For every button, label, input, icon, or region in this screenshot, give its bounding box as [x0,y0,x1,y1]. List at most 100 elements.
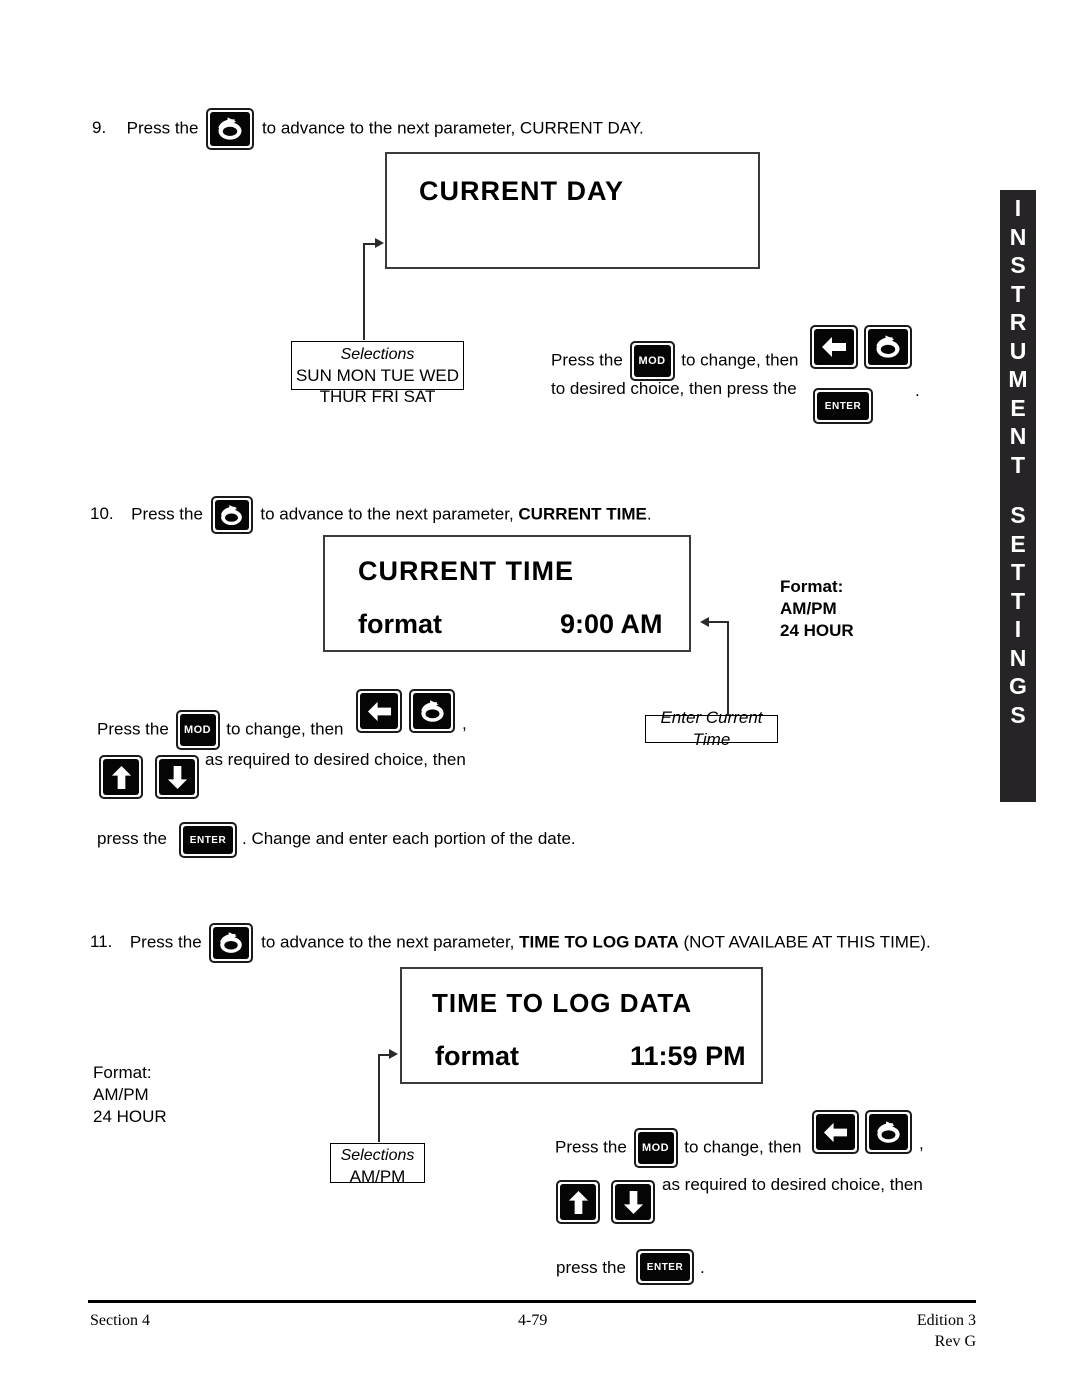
mod-key-label: MOD [183,724,212,736]
step-11-text-after: to advance to the next parameter, [261,932,515,952]
side-tab-char: E [1010,394,1026,421]
time-format-heading: Format: [780,577,844,596]
mod-key[interactable]: MOD [633,1128,678,1168]
step-9-line: 9. Press the to advance to the next para… [92,108,644,150]
mod-key[interactable]: MOD [629,341,675,381]
step-11-line: 11. Press the to advance to the next par… [90,923,931,963]
mod-key-face: MOD [637,1132,674,1164]
step-10-parameter-name: CURRENT TIME [518,504,647,524]
time-to-log-data-value: 11:59 PM [630,1041,746,1071]
time-instruction-line-1: Press the MOD to change, then [97,710,344,750]
arrow-down-key[interactable] [155,755,199,799]
log-format-line-1: AM/PM [93,1085,149,1104]
arrow-up-key[interactable] [556,1180,600,1224]
time-instruction-line-2: as required to desired choice, then [205,750,466,769]
time-format-line-1: AM/PM [780,599,837,618]
current-time-format-label: format [358,609,443,639]
step-10-line: 10. Press the to advance to the next par… [90,496,652,534]
side-tab-char: T [1010,559,1026,585]
day-selections-heading: Selections [340,346,415,363]
arrow-left-key[interactable] [810,325,858,369]
day-instruction-period: . [915,381,920,400]
arrow-down-icon [159,759,195,795]
mod-key[interactable]: MOD [175,710,220,750]
side-tab-char: G [1009,673,1027,699]
rotate-advance-icon [214,500,249,530]
side-tab-char: S [1010,701,1026,728]
time-to-log-data-title: TIME TO LOG DATA [432,988,693,1018]
enter-key-label: ENTER [189,834,227,846]
footer-rule [88,1300,976,1303]
arrow-left-icon [360,693,398,729]
side-tab-char: S [1010,252,1026,278]
log-selections-heading: Selections [340,1147,415,1164]
rotate-advance-icon [868,329,908,365]
side-tab-char: S [1010,502,1026,528]
side-tab-char: I [1014,616,1022,642]
time-instruction-comma: , [462,714,467,733]
rotate-advance-key[interactable] [206,108,255,150]
log-instruction-text-2: to change, then [684,1137,802,1157]
rotate-advance-key[interactable] [864,325,912,369]
enter-key-label: ENTER [646,1261,684,1273]
rotate-advance-key[interactable] [210,496,253,534]
document-page: I N S T R U M E N T S E T T I N G S 9. P… [0,0,1080,1397]
step-10-text-after: to advance to the next parameter, [260,504,514,524]
current-time-title: CURRENT TIME [358,556,574,586]
time-format-line-2: 24 HOUR [780,621,854,640]
arrow-left-key[interactable] [812,1110,859,1154]
day-leader-vertical [363,243,365,340]
enter-key[interactable]: ENTER [636,1249,694,1285]
rotate-advance-key[interactable] [209,923,254,963]
time-to-log-data-format-label: format [435,1041,520,1071]
rotate-advance-icon [869,1114,908,1150]
enter-current-time-callout: Enter Current Time [645,708,778,749]
step-11-parameter-name: TIME TO LOG DATA [519,932,679,952]
log-instruction-comma: , [919,1134,924,1153]
enter-key-face: ENTER [640,1253,690,1281]
arrow-left-key[interactable] [356,689,402,733]
side-tab-char: N [1009,423,1027,449]
day-selections-line-2: THUR FRI SAT [319,387,436,406]
day-instruction-line-2: to desired choice, then press the [551,378,797,400]
enter-key[interactable]: ENTER [179,822,237,858]
enter-key-face: ENTER [183,826,233,854]
time-instruction-text-1: Press the [97,719,169,739]
step-11-text-tail: (NOT AVAILABE AT THIS TIME). [683,932,931,952]
step-10-text-before: Press the [131,504,203,524]
step-10-number: 10. [90,504,114,524]
current-time-display: CURRENT TIME format 9:00 AM [323,535,691,652]
side-tab-char: M [1008,366,1028,392]
arrow-down-key[interactable] [611,1180,655,1224]
side-tab-char: N [1009,644,1027,671]
current-day-title: CURRENT DAY [419,176,625,206]
mod-key-label: MOD [638,355,666,367]
arrow-up-icon [560,1184,596,1220]
day-selections-line-1: SUN MON TUE WED [295,366,460,385]
side-tab-char: I [1014,195,1022,221]
log-leader-vertical [378,1054,380,1142]
mod-key-label: MOD [641,1142,670,1154]
log-format-line-2: 24 HOUR [93,1107,167,1126]
step-9-text-after: to advance to the next parameter, CURREN… [261,118,644,138]
log-format-heading: Format: [93,1063,152,1082]
arrow-up-key[interactable] [99,755,143,799]
enter-key-label: ENTER [824,400,862,412]
time-instruction-line-3-prefix: press the [97,829,167,848]
step-10-text-tail: . [646,504,652,524]
arrow-left-icon [814,329,854,365]
log-selections-box: Selections AM/PM [330,1143,425,1186]
rotate-advance-key[interactable] [865,1110,912,1154]
step-9-number: 9. [92,118,107,138]
enter-key[interactable]: ENTER [813,388,873,424]
day-instruction-line-1: Press the MOD to change, then [551,341,799,381]
step-11-text-before: Press the [129,932,202,952]
rotate-advance-key[interactable] [409,689,455,733]
log-instruction-line-1: Press the MOD to change, then [555,1128,802,1168]
side-tab-char: N [1009,223,1027,250]
time-leader-horizontal [707,621,729,623]
footer-edition: Edition 3 [916,1312,976,1329]
time-instruction-text-2: to change, then [226,719,344,739]
step-11-number: 11. [90,932,113,952]
day-instruction-text-1: Press the [551,350,623,370]
